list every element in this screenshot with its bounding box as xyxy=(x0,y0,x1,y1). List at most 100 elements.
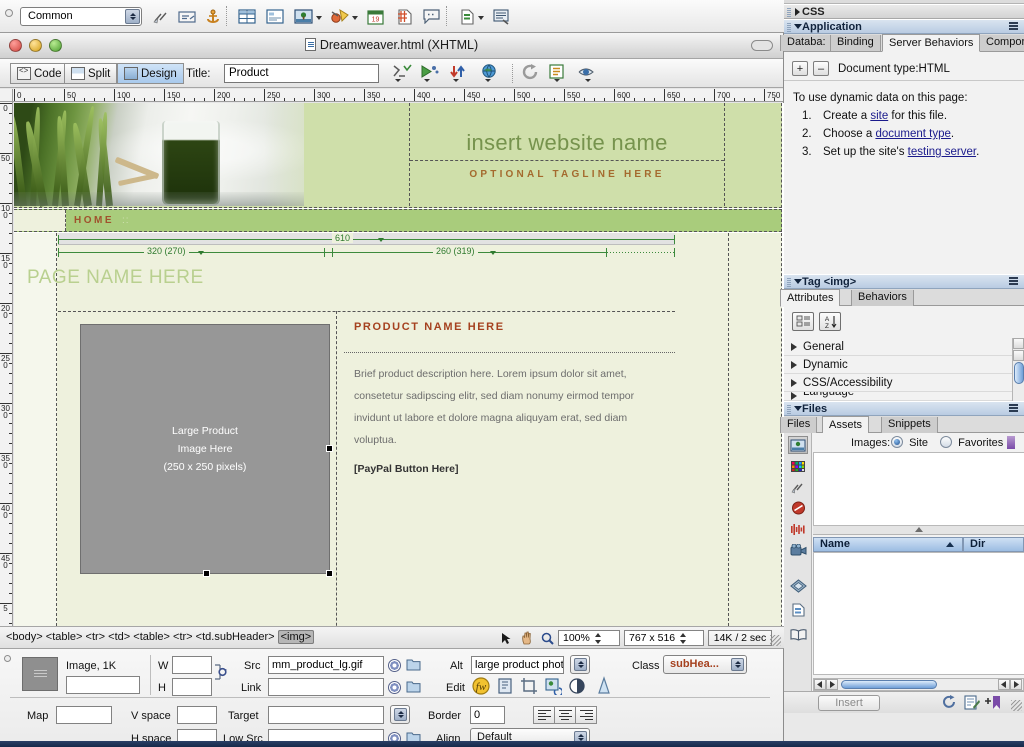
panel-header-files[interactable]: Files xyxy=(784,401,1024,416)
attr-category-css-accessibility[interactable]: CSS/Accessibility xyxy=(784,374,1012,392)
align-right-icon[interactable] xyxy=(575,706,597,724)
media-menu-arrow-icon[interactable] xyxy=(352,16,358,20)
code-navigation-icon[interactable] xyxy=(548,64,572,84)
resample-icon[interactable] xyxy=(544,677,562,695)
panel-grip[interactable] xyxy=(787,23,791,32)
image-icon[interactable] xyxy=(292,6,314,27)
crop-icon[interactable] xyxy=(520,677,538,695)
preview-in-browser-icon[interactable] xyxy=(480,64,504,84)
insert-category-select[interactable]: Common xyxy=(20,7,142,26)
align-center-icon[interactable] xyxy=(554,706,576,724)
media-flash-icon[interactable] xyxy=(328,6,350,27)
panel-header-application[interactable]: Application xyxy=(784,19,1024,34)
tag-selector[interactable]: <body> <table> <tr> <td> <table> <tr> <t… xyxy=(6,631,314,643)
panel-options-menu-icon[interactable] xyxy=(1006,277,1019,288)
insert-asset-button[interactable]: Insert xyxy=(818,695,880,711)
selection-handle-bottom[interactable] xyxy=(203,570,210,577)
add-server-behavior-button[interactable]: + xyxy=(792,61,808,76)
resize-grip[interactable] xyxy=(770,635,781,646)
add-to-favorites-icon[interactable] xyxy=(984,695,1002,711)
tag-selector-item[interactable]: <tr> xyxy=(173,631,193,643)
tagline-cell[interactable]: OPTIONAL TAGLINE HERE xyxy=(410,160,724,206)
src-input[interactable]: mm_product_lg.gif xyxy=(268,656,384,674)
attr-category-general[interactable]: General xyxy=(784,338,1012,356)
preview-debug-icon[interactable] xyxy=(420,64,444,84)
browse-src-folder-icon[interactable] xyxy=(406,658,421,671)
product-text-cell[interactable]: PRODUCT NAME HERE Brief product descript… xyxy=(344,311,675,596)
map-input[interactable] xyxy=(56,706,112,724)
category-view-icon[interactable] xyxy=(792,312,814,331)
select-arrow-icon[interactable] xyxy=(497,630,516,646)
zoom-stepper-icon[interactable] xyxy=(594,632,603,645)
document-type-link[interactable]: document type xyxy=(875,128,950,140)
tag-selector-item[interactable]: <body> xyxy=(6,631,43,643)
header-text-cell[interactable]: insert website name OPTIONAL TAGLINE HER… xyxy=(409,103,725,206)
page-header-region[interactable]: insert website name OPTIONAL TAGLINE HER… xyxy=(14,103,782,208)
reset-size-icon[interactable] xyxy=(214,664,228,680)
scripts-asset-icon[interactable] xyxy=(788,577,808,595)
scroll-left-arrow-icon[interactable] xyxy=(814,679,826,690)
product-title-cell[interactable]: PRODUCT NAME HERE xyxy=(344,311,675,353)
images-asset-icon[interactable] xyxy=(788,436,808,454)
tag-selector-item[interactable]: <tr> xyxy=(86,631,106,643)
site-link[interactable]: site xyxy=(870,110,888,122)
border-input[interactable]: 0 xyxy=(470,706,505,724)
refresh-design-view-icon[interactable] xyxy=(448,64,472,84)
document-title-bar[interactable]: Dreamweaver.html (XHTML) xyxy=(0,33,783,59)
nav-link-home[interactable]: HOME xyxy=(74,215,114,226)
bookmark-icon[interactable] xyxy=(1007,436,1015,449)
attr-category-language[interactable]: Language xyxy=(784,392,1012,401)
urls-asset-icon[interactable] xyxy=(788,478,808,496)
width-input[interactable] xyxy=(172,656,212,674)
draw-layer-icon[interactable] xyxy=(264,6,286,27)
panel-grip[interactable] xyxy=(787,8,791,17)
property-inspector-grip[interactable] xyxy=(4,655,11,662)
class-select[interactable]: subHea... xyxy=(663,655,747,674)
panel-grip[interactable] xyxy=(787,405,791,414)
scroll-down-arrow-icon[interactable] xyxy=(1013,350,1024,361)
table-icon[interactable] xyxy=(236,6,258,27)
template-menu-arrow-icon[interactable] xyxy=(478,16,484,20)
align-left-icon[interactable] xyxy=(533,706,555,724)
image-align-button-group[interactable] xyxy=(534,706,597,724)
column-width-row[interactable]: 320 (270) 260 (319) xyxy=(58,246,675,258)
radio-favorites[interactable]: Favorites xyxy=(940,436,1003,449)
zoom-icon[interactable] xyxy=(538,630,557,646)
image-name-input[interactable] xyxy=(66,676,140,694)
panel-header-css[interactable]: CSS xyxy=(784,4,1024,19)
scroll-right-arrow-icon-2[interactable] xyxy=(1010,679,1022,690)
hyperlink-icon[interactable] xyxy=(150,6,172,27)
panel-header-tag[interactable]: Tag <img> xyxy=(784,274,1024,289)
page-title-input[interactable]: Product xyxy=(224,64,379,83)
left-column-width-menu-icon[interactable] xyxy=(198,251,204,255)
alphabetical-sort-icon[interactable]: A Z xyxy=(819,312,841,331)
attr-category-dynamic[interactable]: Dynamic xyxy=(784,356,1012,374)
preview-splitter[interactable] xyxy=(813,526,1024,535)
tab-components[interactable]: Compor xyxy=(979,35,1024,51)
view-button-split[interactable]: Split xyxy=(64,63,117,84)
edit-icon[interactable] xyxy=(964,695,980,711)
fireworks-edit-icon[interactable]: fw xyxy=(472,677,490,695)
ruler-origin[interactable] xyxy=(0,89,13,102)
selection-handle-corner[interactable] xyxy=(326,570,333,577)
page-body-region[interactable]: 610 320 (270) 260 (319) xyxy=(14,233,782,648)
product-image-cell[interactable]: Large Product Image Here (250 x 250 pixe… xyxy=(58,311,337,648)
asset-list[interactable] xyxy=(813,552,1024,675)
tag-selector-item[interactable]: <table> xyxy=(133,631,170,643)
tag-selector-item[interactable]: <td> xyxy=(108,631,130,643)
hand-icon[interactable] xyxy=(518,630,537,646)
product-image-placeholder[interactable]: Large Product Image Here (250 x 250 pixe… xyxy=(80,324,330,574)
scrollbar-thumb[interactable] xyxy=(1014,362,1024,384)
alt-input[interactable]: large product photo xyxy=(471,656,564,674)
target-input[interactable] xyxy=(268,706,384,724)
height-input[interactable] xyxy=(172,678,212,696)
panel-options-menu-icon[interactable] xyxy=(1006,22,1019,33)
hscrollbar-thumb[interactable] xyxy=(841,680,937,689)
movies-asset-icon[interactable] xyxy=(788,541,808,559)
tag-panel-scrollbar[interactable] xyxy=(1012,338,1024,401)
outer-table-width-menu-icon[interactable] xyxy=(378,238,384,242)
file-management-icon[interactable] xyxy=(392,64,416,84)
link-input[interactable] xyxy=(268,678,384,696)
toolbar-toggle-button[interactable] xyxy=(751,40,773,51)
visual-aids-icon[interactable] xyxy=(578,64,602,84)
